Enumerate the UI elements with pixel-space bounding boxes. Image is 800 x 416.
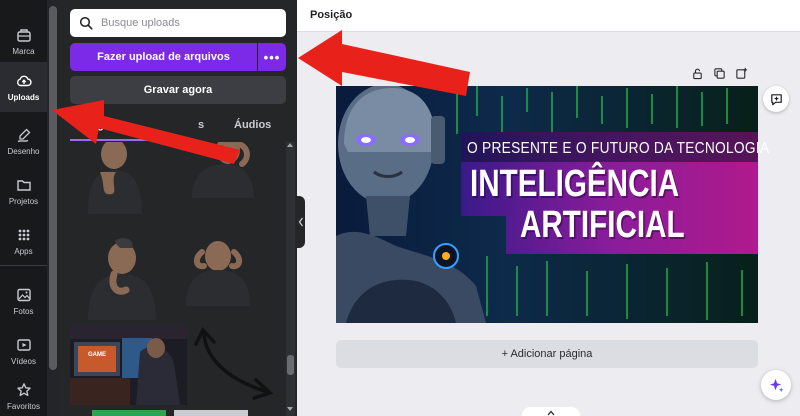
draw-icon [17, 128, 30, 142]
chevron-left-icon [298, 217, 304, 227]
page-toolbar [690, 66, 748, 80]
rail-item-marca[interactable]: Marca [0, 16, 47, 66]
photo-icon [16, 288, 31, 301]
upload-thumbnail-5[interactable]: GAME [70, 325, 187, 405]
tab-images[interactable]: agens [91, 119, 123, 131]
search-input[interactable] [101, 17, 271, 29]
search-icon [79, 16, 93, 30]
chevron-up-icon [547, 410, 555, 416]
banner-subtitle: O PRESENTE E O FUTURO DA TECNOLOGIA [467, 140, 770, 157]
record-now-button[interactable]: Gravar agora [70, 76, 286, 104]
banner-title-line1: INTELIGÊNCIA [470, 163, 680, 205]
star-icon [16, 382, 31, 396]
rail-divider [0, 265, 47, 266]
sparkle-icon [769, 378, 784, 392]
rail-item-favoritos[interactable]: Favoritos [0, 376, 47, 416]
cloud-upload-icon [16, 75, 32, 86]
folder-icon [16, 179, 31, 191]
svg-text:GAME: GAME [88, 352, 106, 358]
upload-thumbnail-4[interactable] [186, 241, 250, 306]
rail-label-favoritos: Favoritos [7, 401, 40, 411]
uploads-thumbnail-grid: GAME [70, 142, 254, 416]
rail-item-videos[interactable]: Vídeos [0, 326, 47, 376]
rail-item-apps[interactable]: Apps [0, 216, 47, 266]
magic-assistant-button[interactable] [761, 370, 791, 400]
position-button[interactable]: Posição [310, 9, 352, 21]
rail-item-desenho[interactable]: Desenho [0, 116, 47, 166]
rail-item-projetos[interactable]: Projetos [0, 166, 47, 216]
upload-thumbnail-1[interactable] [88, 142, 142, 214]
add-page-icon[interactable] [734, 66, 748, 80]
tab-audios[interactable]: Áudios [234, 119, 271, 131]
add-page-button[interactable]: + Adicionar página [336, 340, 758, 368]
upload-thumbnail-6[interactable] [92, 410, 166, 416]
search-box[interactable] [70, 9, 286, 37]
lock-icon[interactable] [690, 66, 704, 80]
panel-collapse-handle[interactable] [297, 196, 305, 248]
upload-thumbnail-7[interactable] [174, 410, 248, 416]
scroll-up-icon[interactable] [287, 143, 293, 147]
rail-label-uploads: Uploads [7, 92, 40, 102]
rail-scrollbar-thumb[interactable] [49, 6, 57, 370]
rail-item-fotos[interactable]: Fotos [0, 276, 47, 326]
duplicate-icon[interactable] [712, 66, 726, 80]
rail-label-fotos: Fotos [13, 306, 34, 316]
pages-panel-toggle[interactable] [522, 407, 580, 416]
upload-more-button[interactable]: ••• [258, 43, 286, 71]
more-options-icon: ••• [263, 49, 281, 65]
scroll-down-icon[interactable] [287, 407, 293, 411]
rail-label-videos: Vídeos [11, 356, 36, 366]
active-tab-indicator [70, 139, 148, 141]
upload-thumbnail-3[interactable] [88, 238, 156, 320]
tab-videos[interactable]: s [198, 119, 204, 131]
rail-label-desenho: Desenho [7, 146, 40, 156]
video-icon [16, 338, 31, 351]
upload-thumbnail-2[interactable] [192, 142, 254, 198]
upload-tabs: agens s Áudios [70, 115, 286, 141]
brand-icon [16, 28, 31, 42]
rail-label-apps: Apps [14, 246, 33, 256]
editor-topbar [297, 0, 800, 32]
panel-scrollbar-thumb[interactable] [287, 355, 294, 375]
rail-item-uploads[interactable]: Uploads [0, 62, 47, 112]
comment-add-icon [770, 93, 782, 105]
apps-grid-icon [18, 229, 29, 240]
banner-title-line2: ARTIFICIAL [520, 204, 685, 246]
upload-files-button[interactable]: Fazer upload de arquivos [70, 43, 257, 71]
rail-label-marca: Marca [12, 46, 35, 56]
rail-label-projetos: Projetos [8, 196, 39, 206]
left-rail: Marca Uploads Desenho Projetos Apps Foto… [0, 0, 47, 416]
comment-button[interactable] [763, 86, 789, 112]
